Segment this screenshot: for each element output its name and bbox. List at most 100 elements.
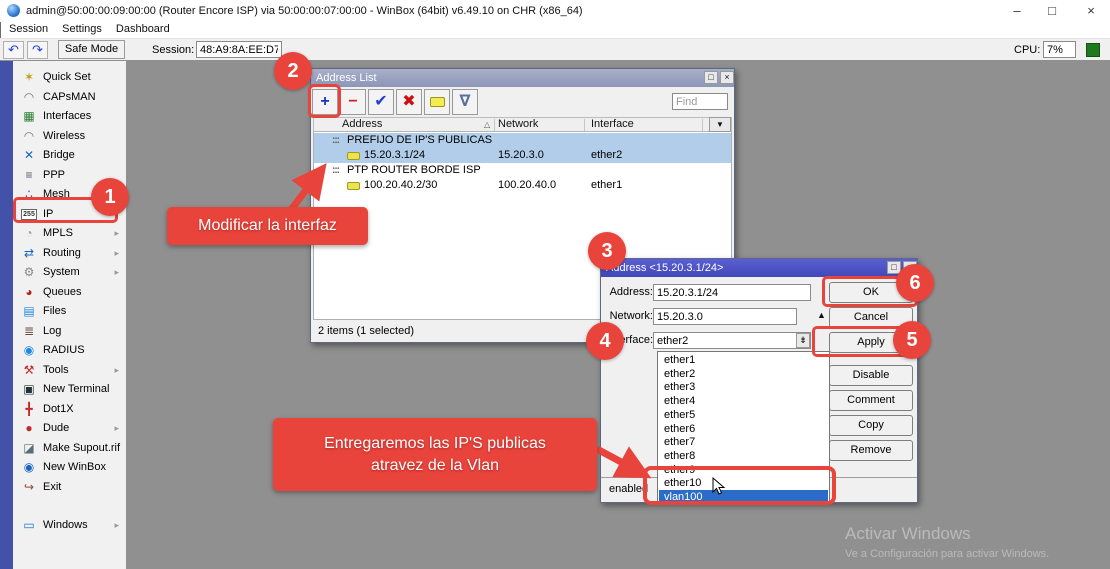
submenu-arrow-icon: ▸	[114, 224, 119, 243]
maximize-button[interactable]: □	[1037, 0, 1067, 22]
step-badge-1: 1	[91, 178, 129, 216]
disable-button[interactable]: Disable	[829, 365, 913, 386]
sidebar-item-queues[interactable]: ◕Queues	[13, 283, 126, 302]
collapse-network-icon[interactable]: ▲	[817, 310, 826, 320]
app-toolbar: ↶ ↷ Safe Mode Session: CPU:	[0, 38, 1110, 61]
comment-text: PTP ROUTER BORDE ISP	[347, 163, 481, 178]
disable-button[interactable]: ✖	[396, 89, 422, 115]
comment-row[interactable]: :::PREFIJO DE IP'S PUBLICAS	[314, 133, 731, 148]
filter-button[interactable]: ∇	[452, 89, 478, 115]
highlight-box-vlan100	[643, 466, 836, 505]
sidebar-item-label: CAPsMAN	[43, 88, 96, 107]
sidebar-item-new-terminal[interactable]: ▣New Terminal	[13, 380, 126, 399]
column-interface[interactable]: Interface	[591, 118, 634, 131]
tools-icon: ⚒	[21, 363, 37, 378]
table-header[interactable]: Address △ Network Interface	[313, 117, 732, 132]
address-field[interactable]	[653, 284, 811, 301]
sidebar-item-log[interactable]: ≣Log	[13, 322, 126, 341]
windows-icon: ▭	[21, 518, 37, 533]
sidebar-item-mpls[interactable]: ◔MPLS▸	[13, 224, 126, 243]
remove-button[interactable]: −	[340, 89, 366, 115]
address-list-close-icon[interactable]: ×	[720, 71, 734, 84]
terminal-icon: ▣	[21, 382, 37, 397]
session-input[interactable]	[196, 41, 282, 58]
comment-button[interactable]	[424, 89, 450, 115]
sidebar-item-dude[interactable]: ●Dude▸	[13, 419, 126, 438]
menu-settings[interactable]: Settings	[55, 22, 109, 36]
sidebar-item-system[interactable]: ⚙System▸	[13, 263, 126, 282]
sidebar-item-exit[interactable]: ↪Exit	[13, 478, 126, 497]
files-icon: ▤	[21, 304, 37, 319]
redo-icon[interactable]: ↷	[27, 41, 48, 59]
sidebar-item-wireless[interactable]: ◠Wireless	[13, 127, 126, 146]
winbox-app-icon	[7, 4, 20, 17]
log-icon: ≣	[21, 324, 37, 339]
supout-icon: ◪	[21, 441, 37, 456]
address-list-titlebar[interactable]: Address List	[311, 69, 734, 87]
sidebar-item-dot1x[interactable]: ╋Dot1X	[13, 400, 126, 419]
step-badge-4: 4	[586, 322, 624, 360]
address-dialog-titlebar[interactable]: Address <15.20.3.1/24>	[601, 259, 917, 277]
safe-mode-button[interactable]: Safe Mode	[58, 40, 125, 59]
column-network[interactable]: Network	[498, 118, 538, 131]
menu-session[interactable]: Session	[2, 22, 55, 36]
sidebar-item-label: New WinBox	[43, 458, 106, 477]
submenu-arrow-icon: ▸	[114, 516, 119, 535]
menu-dashboard[interactable]: Dashboard	[109, 22, 177, 36]
sidebar-item-new-winbox[interactable]: ◉New WinBox	[13, 458, 126, 477]
dropdown-option-ether3[interactable]: ether3	[659, 380, 828, 394]
sidebar-menu: ✶Quick Set◠CAPsMAN▦Interfaces◠Wireless✕B…	[13, 61, 127, 569]
dropdown-option-ether5[interactable]: ether5	[659, 408, 828, 422]
interface-combo[interactable]	[653, 332, 811, 349]
radius-icon: ◉	[21, 343, 37, 358]
sidebar-item-tools[interactable]: ⚒Tools▸	[13, 361, 126, 380]
address-row[interactable]: 100.20.40.2/30100.20.40.0ether1	[314, 178, 731, 193]
remove-button[interactable]: Remove	[829, 440, 913, 461]
sidebar-item-windows[interactable]: ▭Windows▸	[13, 516, 126, 535]
sidebar-item-files[interactable]: ▤ Files	[13, 302, 126, 321]
column-menu-icon[interactable]: ▼	[709, 117, 731, 132]
mpls-icon: ◔	[21, 226, 37, 241]
cell-address: 100.20.40.2/30	[364, 178, 437, 193]
close-button[interactable]: ×	[1076, 0, 1106, 22]
dropdown-option-ether1[interactable]: ether1	[659, 353, 828, 367]
app-titlebar: admin@50:00:00:09:00:00 (Router Encore I…	[0, 0, 1110, 22]
dude-icon: ●	[21, 421, 37, 436]
sidebar-item-label: Files	[43, 302, 66, 321]
find-input[interactable]	[672, 93, 728, 110]
dropdown-option-ether6[interactable]: ether6	[659, 422, 828, 436]
dropdown-option-ether8[interactable]: ether8	[659, 449, 828, 463]
network-field[interactable]	[653, 308, 797, 325]
minimize-button[interactable]: –	[1002, 0, 1032, 22]
sidebar-item-make-supout-rif[interactable]: ◪Make Supout.rif	[13, 439, 126, 458]
address-list-maximize-icon[interactable]: □	[704, 71, 718, 84]
system-icon: ⚙	[21, 265, 37, 280]
comment-button[interactable]: Comment	[829, 390, 913, 411]
copy-button[interactable]: Copy	[829, 415, 913, 436]
ppp-icon: ≡	[21, 168, 37, 183]
sidebar-item-label: PPP	[43, 166, 65, 185]
interface-dropdown-icon[interactable]: ⇟	[796, 333, 810, 348]
sidebar-item-quick-set[interactable]: ✶Quick Set	[13, 68, 126, 87]
sidebar-item-label: RADIUS	[43, 341, 85, 360]
sidebar-item-interfaces[interactable]: ▦Interfaces	[13, 107, 126, 126]
note-vlan-delivery: Entregaremos las IP'S publicas atravez d…	[273, 418, 597, 491]
undo-icon[interactable]: ↶	[3, 41, 24, 59]
step-badge-6: 6	[896, 264, 934, 302]
sidebar-item-routing[interactable]: ⇄Routing▸	[13, 244, 126, 263]
address-list-status: 2 items (1 selected)	[318, 325, 414, 337]
cpu-label: CPU:	[1014, 39, 1040, 61]
sidebar-item-capsman[interactable]: ◠CAPsMAN	[13, 88, 126, 107]
dropdown-option-ether4[interactable]: ether4	[659, 394, 828, 408]
sidebar-item-label: Interfaces	[43, 107, 91, 126]
sidebar-item-radius[interactable]: ◉ RADIUS	[13, 341, 126, 360]
dropdown-option-ether2[interactable]: ether2	[659, 367, 828, 381]
dropdown-option-ether7[interactable]: ether7	[659, 435, 828, 449]
windows-activation-watermark: Activar Windows Ve a Configuración para …	[845, 524, 1049, 560]
winbox-app-window: admin@50:00:00:09:00:00 (Router Encore I…	[0, 0, 1110, 569]
enable-button[interactable]: ✔	[368, 89, 394, 115]
sidebar-item-bridge[interactable]: ✕Bridge	[13, 146, 126, 165]
address-row[interactable]: 15.20.3.1/2415.20.3.0ether2	[314, 148, 731, 163]
comment-row[interactable]: :::PTP ROUTER BORDE ISP	[314, 163, 731, 178]
column-address[interactable]: Address	[342, 118, 382, 131]
